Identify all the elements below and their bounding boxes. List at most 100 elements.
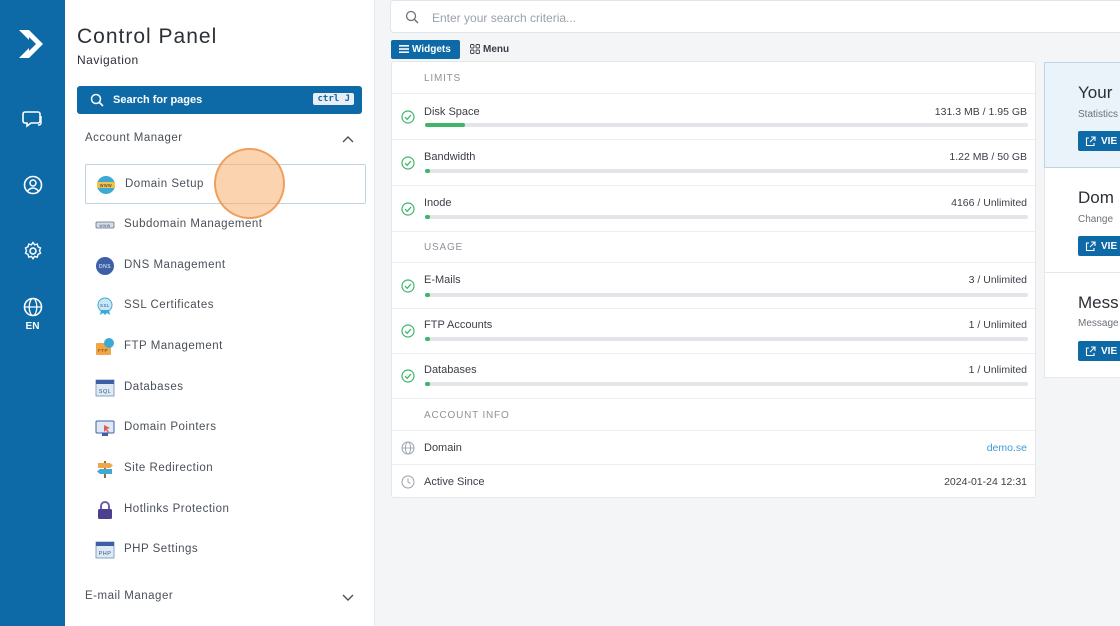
nav-item-label: Hotlinks Protection (124, 503, 230, 515)
gear-icon[interactable] (22, 240, 44, 262)
usage-bar-fill (425, 215, 430, 219)
statistics-card: Your Statistics VIE (1044, 62, 1120, 168)
view-button[interactable]: VIE (1078, 341, 1120, 361)
domain-link[interactable]: demo.se (987, 442, 1027, 454)
nav-item-databases[interactable]: SQL Databases (85, 368, 366, 408)
nav-item-hotlinks-protection[interactable]: Hotlinks Protection (85, 490, 366, 530)
ftp-icon: FTP (96, 338, 114, 355)
nav-item-ssl-certificates[interactable]: SSL SSL Certificates (85, 286, 366, 326)
dns-icon: DNS (96, 257, 114, 275)
nav-item-label: Subdomain Management (124, 218, 263, 230)
nav-item-subdomain-management[interactable]: www Subdomain Management (85, 205, 366, 245)
nav-item-label: Domain Setup (125, 178, 204, 190)
svg-text:DNS: DNS (99, 264, 111, 270)
limits-heading-label: LIMITS (424, 73, 462, 84)
view-button-label: VIE (1101, 346, 1118, 357)
svg-text:www: www (100, 183, 112, 189)
card-subtitle: Statistics (1078, 109, 1119, 120)
nav-item-site-redirection[interactable]: Site Redirection (85, 449, 366, 489)
usage-label: E-Mails (424, 274, 461, 286)
account-manager-header[interactable]: Account Manager (85, 132, 355, 144)
limit-label: Disk Space (424, 106, 480, 118)
limit-row-bandwidth: Bandwidth 1.22 MB / 50 GB (392, 140, 1035, 186)
account-manager-label: Account Manager (85, 132, 183, 144)
globe-icon[interactable] (22, 296, 44, 318)
nav-item-label: Domain Pointers (124, 421, 217, 433)
external-link-icon (1085, 136, 1096, 147)
navigation-panel: Control Panel Navigation Search for page… (65, 0, 375, 626)
nav-item-label: PHP Settings (124, 543, 199, 555)
account-info-heading-label: ACCOUNT INFO (424, 410, 510, 421)
widgets-view-button[interactable]: Widgets (391, 40, 460, 59)
shortcut-badge: ctrl J (313, 93, 354, 105)
panel-title: Control Panel (77, 25, 218, 48)
panel-subtitle: Navigation (77, 53, 139, 67)
user-icon[interactable] (22, 174, 44, 196)
limit-label: Bandwidth (424, 151, 476, 163)
nav-item-domain-pointers[interactable]: Domain Pointers (85, 408, 366, 448)
click-indicator (214, 148, 285, 219)
svg-text:FTP: FTP (98, 348, 108, 353)
globe-icon (401, 441, 415, 455)
usage-label: FTP Accounts (424, 319, 493, 331)
info-value: 2024-01-24 12:31 (944, 476, 1027, 488)
usage-bar (425, 337, 1028, 341)
limit-value: 4166 / Unlimited (951, 197, 1027, 209)
usage-bar-fill (425, 382, 430, 386)
account-stats-widget: LIMITS Disk Space 131.3 MB / 1.95 GB Ban… (391, 61, 1036, 498)
ssl-icon: SSL (97, 297, 113, 315)
usage-bar (425, 215, 1028, 219)
usage-bar-fill (425, 169, 430, 173)
check-circle-icon (401, 324, 415, 338)
chat-icon[interactable] (22, 108, 44, 130)
limit-value: 131.3 MB / 1.95 GB (934, 106, 1027, 118)
global-search-placeholder: Enter your search criteria... (432, 11, 577, 25)
usage-bar-fill (425, 337, 430, 341)
card-subtitle: Message (1078, 318, 1119, 329)
limit-row-inode: Inode 4166 / Unlimited (392, 186, 1035, 232)
nav-item-label: Databases (124, 381, 184, 393)
nav-item-php-settings[interactable]: PHP PHP Settings (85, 530, 366, 570)
card-subtitle: Change (1078, 214, 1114, 225)
chevron-down-icon (342, 594, 354, 601)
usage-value: 3 / Unlimited (968, 274, 1027, 286)
chevron-up-icon (342, 136, 354, 143)
menu-view-button[interactable]: Menu (465, 40, 520, 59)
nav-search-label: Search for pages (113, 94, 203, 106)
usage-bar-fill (425, 123, 466, 127)
search-icon (405, 10, 419, 24)
usage-bar (425, 293, 1028, 297)
global-search-field[interactable]: Enter your search criteria... (390, 0, 1120, 33)
email-manager-header[interactable]: E-mail Manager (85, 590, 355, 602)
view-button-label: VIE (1101, 136, 1118, 147)
view-button[interactable]: VIE (1078, 131, 1120, 151)
card-title: Mess (1078, 293, 1119, 312)
subdomain-icon: www (95, 221, 115, 229)
usage-label: Databases (424, 364, 477, 376)
email-manager-label: E-mail Manager (85, 590, 174, 602)
usage-value: 1 / Unlimited (968, 319, 1027, 331)
limits-heading: LIMITS (392, 62, 1035, 94)
nav-search-button[interactable]: Search for pages ctrl J (77, 86, 362, 114)
usage-bar (425, 169, 1028, 173)
left-rail: EN (0, 0, 65, 626)
usage-value: 1 / Unlimited (968, 364, 1027, 376)
nav-item-dns-management[interactable]: DNS DNS Management (85, 246, 366, 286)
check-circle-icon (401, 110, 415, 124)
language-label[interactable]: EN (0, 321, 65, 332)
check-circle-icon (401, 279, 415, 293)
logo-icon[interactable] (17, 27, 49, 61)
domain-card: Dom Change VIE (1044, 168, 1120, 273)
widgets-label: Widgets (412, 44, 451, 55)
nav-item-ftp-management[interactable]: FTP FTP Management (85, 327, 366, 367)
nav-item-label: FTP Management (124, 340, 223, 352)
view-button[interactable]: VIE (1078, 236, 1120, 256)
external-link-icon (1085, 346, 1096, 357)
usage-heading-label: USAGE (424, 242, 464, 253)
usage-row-ftp-accounts: FTP Accounts 1 / Unlimited (392, 309, 1035, 354)
limit-value: 1.22 MB / 50 GB (949, 151, 1027, 163)
external-link-icon (1085, 241, 1096, 252)
info-row-active-since: Active Since 2024-01-24 12:31 (392, 465, 1035, 498)
menu-label: Menu (483, 44, 510, 55)
limit-label: Inode (424, 197, 452, 209)
